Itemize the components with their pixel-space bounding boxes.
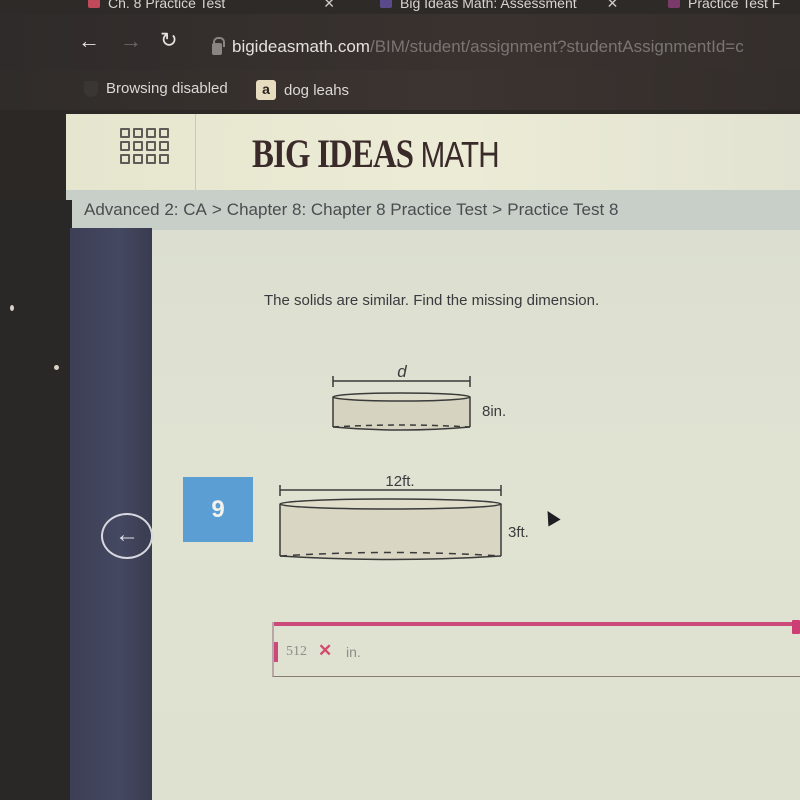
brand-thin: MATH — [420, 134, 500, 175]
question-prompt: The solids are similar. Find the missing… — [264, 292, 600, 309]
monitor-bezel — [0, 200, 72, 800]
answer-focus-line — [274, 622, 794, 626]
bookmark-browsing-disabled[interactable]: Browsing disabled — [84, 80, 228, 97]
answer-input[interactable]: 512 ✕ in. — [272, 620, 800, 677]
bookmark-label: Browsing disabled — [106, 80, 228, 97]
breadcrumb-item: Practice Test 8 — [507, 200, 619, 219]
apps-menu-button[interactable] — [66, 114, 196, 190]
forward-arrow-icon[interactable]: → — [120, 30, 142, 52]
url-path: /BIM/student/assignment?studentAssignmen… — [369, 37, 744, 56]
site-header: BIG IDEAS MATH — [66, 114, 800, 190]
bookmarks-bar: Browsing disabled a dog leahs — [0, 70, 800, 110]
dust-speck — [10, 305, 14, 311]
brand-bold: BIG IDEAS — [252, 131, 421, 176]
tab-label: Practice Test F — [688, 0, 781, 11]
tab-label: Ch. 8 Practice Test — [108, 0, 226, 11]
answer-resize-handle[interactable] — [792, 620, 800, 634]
browser-tab[interactable]: Practice Test F — [668, 0, 780, 12]
answer-value[interactable]: 512 — [286, 644, 307, 660]
left-arrow-icon: ← — [115, 521, 139, 548]
lock-icon — [212, 37, 225, 55]
tab-favicon-icon — [380, 0, 392, 8]
browser-tab[interactable]: Ch. 8 Practice Test ✕ — [88, 0, 335, 12]
breadcrumb-separator: > — [492, 200, 503, 219]
tab-favicon-icon — [668, 0, 680, 8]
url-host: bigideasmath.com — [232, 37, 370, 56]
dust-speck — [54, 365, 59, 370]
back-arrow-icon[interactable]: ← — [78, 30, 100, 52]
question-nav-sidebar — [70, 228, 152, 800]
incorrect-x-icon: ✕ — [318, 641, 333, 660]
amazon-icon: a — [256, 80, 276, 100]
breadcrumb-item[interactable]: Advanced 2: CA — [84, 200, 207, 220]
tab-favicon-icon — [88, 0, 100, 8]
breadcrumb-separator: > — [211, 200, 222, 219]
tab-label: Big Ideas Math: Assessment — [400, 0, 577, 11]
breadcrumb: Advanced 2: CA > Chapter 8: Chapter 8 Pr… — [66, 190, 800, 230]
browser-tab-strip: Ch. 8 Practice Test ✕ Big Ideas Math: As… — [0, 0, 800, 14]
answer-marker — [274, 642, 278, 662]
answer-unit: in. — [346, 644, 361, 660]
shield-icon — [84, 80, 98, 97]
previous-question-button[interactable]: ← — [101, 513, 153, 559]
close-tab-icon[interactable]: ✕ — [607, 0, 619, 12]
apps-grid-icon — [120, 128, 169, 164]
breadcrumb-item[interactable]: Chapter 8: Chapter 8 Practice Test — [227, 200, 488, 220]
address-bar[interactable]: bigideasmath.com/BIM/student/assignment?… — [212, 36, 744, 58]
reload-icon[interactable]: ↻ — [160, 30, 178, 52]
browser-tab[interactable]: Big Ideas Math: Assessment ✕ — [380, 0, 618, 12]
bookmark-dog-leahs[interactable]: a dog leahs — [256, 80, 349, 100]
bookmark-label: dog leahs — [284, 81, 350, 99]
close-tab-icon[interactable]: ✕ — [323, 0, 335, 12]
question-number-badge: 9 — [183, 477, 253, 542]
brand-logo: BIG IDEAS MATH — [252, 130, 500, 177]
